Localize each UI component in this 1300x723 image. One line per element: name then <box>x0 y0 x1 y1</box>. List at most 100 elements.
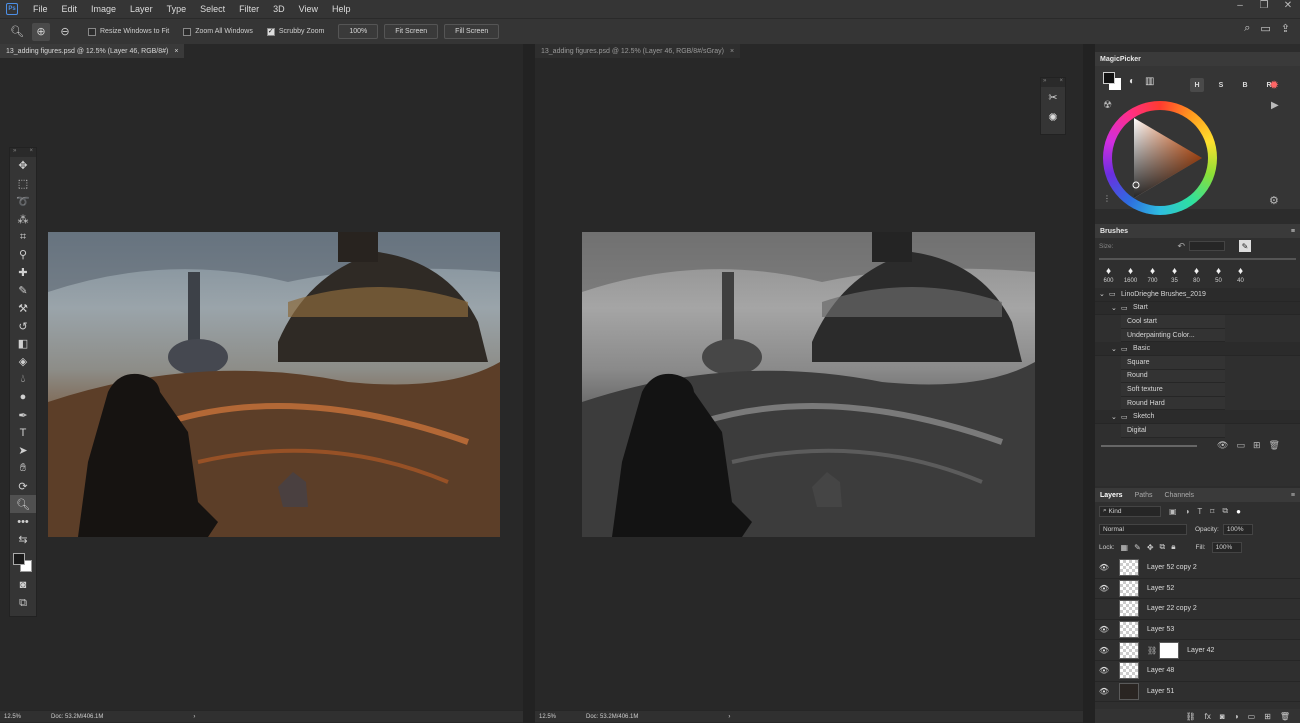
clone-stamp-tool-icon[interactable]: ⚒ <box>10 299 36 317</box>
tool-presets-icon[interactable]: ✂ <box>1041 87 1065 107</box>
lock-pixels-icon[interactable]: ✎ <box>1134 543 1141 552</box>
close-tab-icon[interactable]: × <box>174 48 178 55</box>
settings-gear-icon[interactable]: ⚙ <box>1269 194 1279 207</box>
brush-item[interactable]: Square <box>1121 355 1225 370</box>
screen-mode-icon[interactable]: ⧉ <box>10 594 36 612</box>
delete-brush-icon[interactable]: 🗑︎ <box>1269 440 1280 451</box>
hand-tool-icon[interactable]: ✋︎ <box>10 460 36 478</box>
status-arrow-icon[interactable]: › <box>193 714 195 720</box>
quick-mask-icon[interactable]: ◙ <box>10 577 36 595</box>
brush-item[interactable]: Underpainting Color... <box>1121 328 1225 343</box>
layer-mask-thumbnail[interactable] <box>1159 641 1180 659</box>
tab-paths[interactable]: Paths <box>1135 492 1153 499</box>
new-group-icon[interactable]: ▭ <box>1236 440 1245 451</box>
toggle-preview-icon[interactable]: 👁︎ <box>1217 440 1228 451</box>
rotate-view-tool-icon[interactable]: ⟳ <box>10 477 36 495</box>
healing-brush-tool-icon[interactable]: ✚ <box>10 264 36 282</box>
brush-item[interactable]: Round <box>1121 369 1225 384</box>
kind-filter-dropdown[interactable]: ⌕ Kind <box>1099 505 1161 517</box>
restore-button[interactable]: ❐ <box>1252 0 1276 14</box>
fill-screen-button[interactable]: Fill Screen <box>444 24 500 39</box>
resize-windows-checkbox[interactable]: Resize Windows to Fit <box>88 27 169 36</box>
mode-b-button[interactable]: B <box>1238 78 1252 92</box>
hue-wheel[interactable] <box>1103 101 1217 215</box>
magicpicker-header[interactable]: MagicPicker <box>1095 52 1300 66</box>
brushes-header[interactable]: Brushes ≡ <box>1095 224 1300 238</box>
crop-tool-icon[interactable]: ⌗ <box>10 228 36 246</box>
reset-size-icon[interactable]: ↶ <box>1177 241 1185 252</box>
floating-panel-header[interactable]: » × <box>1041 78 1065 87</box>
path-selection-tool-icon[interactable]: ➤ <box>10 442 36 460</box>
blend-mode-dropdown[interactable]: Normal <box>1099 523 1187 535</box>
shape-filter-icon[interactable]: ⌑ <box>1210 507 1214 516</box>
filter-toggle-icon[interactable]: ● <box>1236 507 1241 516</box>
menu-type[interactable]: Type <box>160 4 194 14</box>
collapse-icon[interactable]: » <box>13 148 16 157</box>
fill-input[interactable]: 100% <box>1211 541 1242 553</box>
more-tools-icon[interactable]: ••• <box>10 513 36 531</box>
layer-row[interactable]: 👁︎ Layer 52 <box>1095 579 1300 600</box>
eraser-tool-icon[interactable]: ◧ <box>10 335 36 353</box>
mp-foreground-swatch[interactable] <box>1103 72 1115 84</box>
blur-tool-icon[interactable]: 💧︎ <box>10 371 36 389</box>
new-layer-icon[interactable]: ⊞ <box>1264 712 1271 721</box>
paint-bucket-tool-icon[interactable]: ◈ <box>10 353 36 371</box>
menu-filter[interactable]: Filter <box>232 4 266 14</box>
type-tool-icon[interactable]: T <box>10 424 36 442</box>
more-icon[interactable]: ⋮ <box>1103 194 1111 203</box>
new-brush-icon[interactable]: ✎ <box>1239 240 1251 252</box>
minimize-button[interactable]: – <box>1228 0 1252 14</box>
brush-preset[interactable]: ♦ 50 <box>1211 266 1226 284</box>
scrubby-zoom-checkbox[interactable]: ✓ Scrubby Zoom <box>266 27 324 36</box>
lock-transparent-icon[interactable]: ▦ <box>1121 543 1129 552</box>
brush-item[interactable]: Cool start <box>1121 315 1225 329</box>
magicpicker-swatches[interactable] <box>1103 72 1123 92</box>
brush-folder[interactable]: ⌄ ▭ Start <box>1095 301 1300 316</box>
play-icon[interactable]: ▶ <box>1271 100 1279 111</box>
layer-row[interactable]: 👁︎ ⛓ Layer 42 <box>1095 640 1300 661</box>
workspace-icon[interactable]: ▭ <box>1260 22 1270 35</box>
layer-row[interactable]: 👁︎ Layer 52 copy 2 <box>1095 558 1300 579</box>
mode-s-button[interactable]: S <box>1214 78 1228 92</box>
adjustment-filter-icon[interactable]: ◑ <box>1185 507 1190 516</box>
close-window-button[interactable]: ✕ <box>1276 0 1300 14</box>
brush-preset[interactable]: ♦ 35 <box>1167 266 1182 284</box>
brush-folder[interactable]: ⌄ ▭ Basic <box>1095 342 1300 356</box>
visibility-eye-icon[interactable]: 👁︎ <box>1095 584 1113 593</box>
lock-all-icon[interactable]: 🔒︎ <box>1171 542 1175 552</box>
zoom-readout[interactable]: 12.5% <box>4 714 21 720</box>
adjustment-layer-icon[interactable]: ◑ <box>1234 712 1239 721</box>
lock-position-icon[interactable]: ✥ <box>1147 543 1154 552</box>
zoom-all-windows-checkbox[interactable]: Zoom All Windows <box>183 27 253 36</box>
menu-layer[interactable]: Layer <box>123 4 160 14</box>
brush-preset[interactable]: ♦ 700 <box>1145 266 1160 284</box>
menu-image[interactable]: Image <box>84 4 123 14</box>
dodge-tool-icon[interactable]: ● <box>10 388 36 406</box>
swap-colors-icon[interactable]: ⇆ <box>10 531 36 549</box>
document-tab-gray[interactable]: 13_adding figures.psd @ 12.5% (Layer 46,… <box>535 44 741 58</box>
type-filter-icon[interactable]: T <box>1197 507 1202 516</box>
color-swatches[interactable] <box>10 549 36 577</box>
zoom-percent-button[interactable]: 100% <box>338 24 379 39</box>
canvas-grayscale-artwork[interactable] <box>582 232 1035 537</box>
delete-layer-icon[interactable]: 🗑︎ <box>1280 712 1290 721</box>
color-circle-icon[interactable]: ◐ <box>1129 76 1135 87</box>
magic-wand-tool-icon[interactable]: ⁂ <box>10 210 36 228</box>
canvas-color-artwork[interactable] <box>48 232 500 537</box>
mode-h-button[interactable]: H <box>1190 78 1204 92</box>
brush-tool-icon[interactable]: ✎ <box>10 282 36 300</box>
tab-channels[interactable]: Channels <box>1164 492 1194 499</box>
move-tool-icon[interactable]: ✥ <box>10 157 36 175</box>
zoom-out-icon[interactable]: ⊖ <box>56 23 74 41</box>
link-layers-icon[interactable]: ⛓ <box>1186 712 1196 721</box>
opacity-input[interactable]: 100% <box>1222 523 1253 535</box>
search-icon[interactable]: ⌕ <box>1244 22 1250 35</box>
pen-tool-icon[interactable]: ✒ <box>10 406 36 424</box>
status-arrow-icon[interactable]: › <box>728 714 730 720</box>
saturation-triangle[interactable] <box>1112 110 1208 206</box>
foreground-color-swatch[interactable] <box>13 552 25 565</box>
panel-menu-icon[interactable]: ≡ <box>1291 492 1295 499</box>
chevron-down-icon[interactable]: ⌄ <box>1111 345 1121 353</box>
document-tab-color[interactable]: 13_adding figures.psd @ 12.5% (Layer 46,… <box>0 44 185 58</box>
smart-object-filter-icon[interactable]: ⧉ <box>1222 506 1228 516</box>
